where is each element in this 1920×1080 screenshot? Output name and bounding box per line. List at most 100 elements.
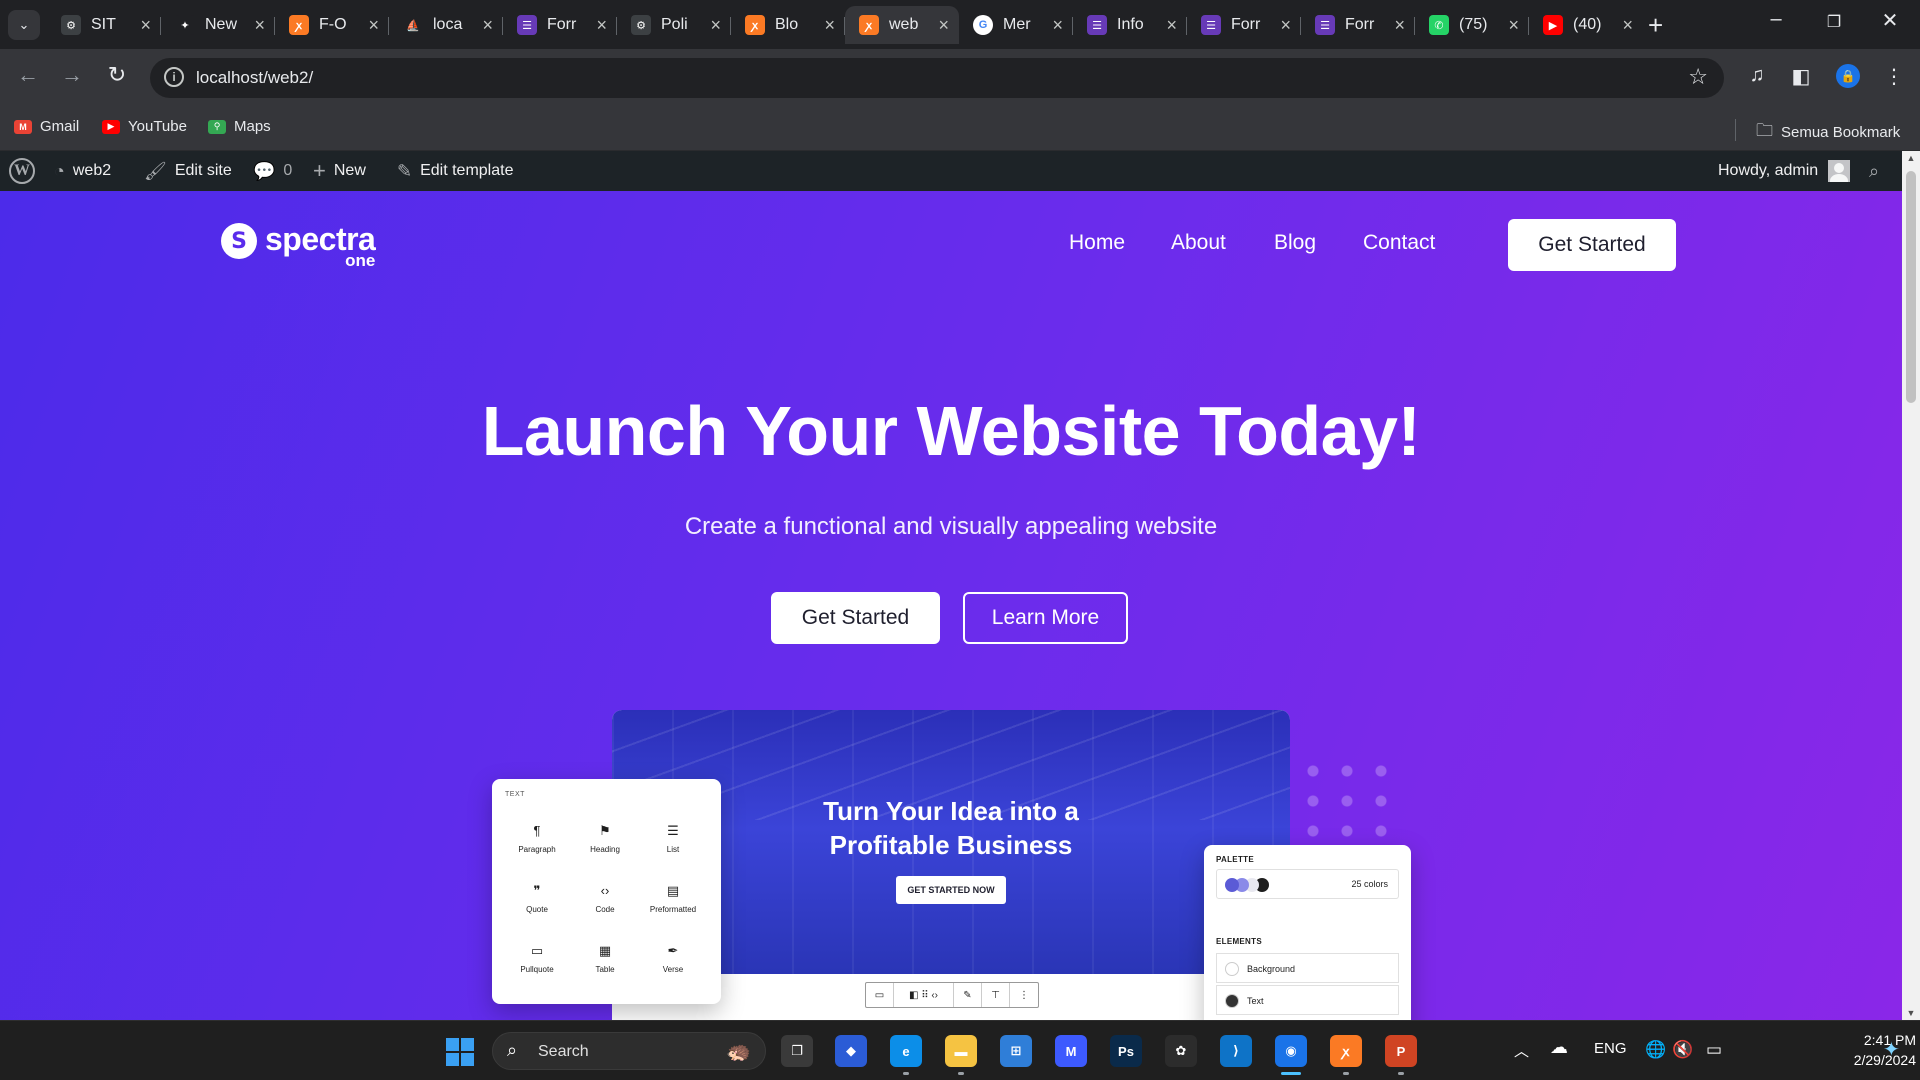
figma-icon[interactable]: ✿: [1165, 1035, 1197, 1067]
nav-about[interactable]: About: [1171, 231, 1226, 255]
task-view-icon[interactable]: ❐: [781, 1035, 813, 1067]
learn-more-button[interactable]: Learn More: [963, 592, 1128, 644]
close-tab-icon[interactable]: ×: [596, 15, 607, 36]
browser-tab[interactable]: ▶ (40) ×: [1529, 6, 1643, 44]
microsoft-store-icon[interactable]: ⊞: [1000, 1035, 1032, 1067]
close-tab-icon[interactable]: ×: [1280, 15, 1291, 36]
edit-site-link[interactable]: 🖌 Edit site: [144, 151, 232, 191]
edit-template-link[interactable]: ✎ Edit template: [397, 151, 513, 191]
new-tab-button[interactable]: +: [1648, 10, 1663, 40]
tab-search-button[interactable]: ⌄: [8, 10, 40, 40]
bookmark-youtube[interactable]: ▶ YouTube: [102, 118, 187, 135]
all-bookmarks-folder[interactable]: 🗀 Semua Bookmark: [1756, 118, 1900, 147]
onedrive-icon[interactable]: ☁: [1550, 1037, 1568, 1058]
forward-arrow-icon[interactable]: →: [57, 62, 87, 88]
page-scrollbar[interactable]: ▲ ▼: [1902, 151, 1920, 1020]
bookmark-maps[interactable]: ⚲ Maps: [208, 118, 271, 135]
close-tab-icon[interactable]: ×: [140, 15, 151, 36]
extension-lock-icon[interactable]: 🔒: [1836, 64, 1860, 88]
photoshop-icon[interactable]: Ps: [1110, 1035, 1142, 1067]
site-logo[interactable]: S spectra one: [221, 223, 376, 269]
volume-muted-icon[interactable]: 🔇: [1672, 1040, 1693, 1060]
nav-contact[interactable]: Contact: [1363, 231, 1435, 255]
nav-blog[interactable]: Blog: [1274, 231, 1316, 255]
mockup-blocks-panel: TEXT ¶ Paragraph ⚑ Heading ☰ List ❞ Quote ‹› Code…: [492, 779, 721, 1004]
close-tab-icon[interactable]: ×: [368, 15, 379, 36]
my-account-menu[interactable]: Howdy, admin: [1718, 151, 1851, 191]
restore-icon[interactable]: ❐: [1806, 12, 1862, 32]
powerpoint-icon[interactable]: P: [1385, 1035, 1417, 1075]
bookmark-gmail[interactable]: M Gmail: [14, 118, 79, 135]
close-tab-icon[interactable]: ×: [938, 15, 949, 36]
battery-icon[interactable]: ▭: [1706, 1040, 1722, 1060]
close-tab-icon[interactable]: ×: [710, 15, 721, 36]
browser-tab[interactable]: ⚙ Poli ×: [617, 6, 731, 44]
close-tab-icon[interactable]: ×: [1508, 15, 1519, 36]
more-menu-icon[interactable]: ⋮: [1880, 64, 1908, 89]
browser-tab[interactable]: ꭗ Blo ×: [731, 6, 845, 44]
browser-tab[interactable]: ꭗ F-O ×: [275, 6, 389, 44]
all-bookmarks-label: Semua Bookmark: [1781, 124, 1901, 141]
browser-tab[interactable]: ☰ Forr ×: [503, 6, 617, 44]
browser-tab[interactable]: ☰ Forr ×: [1301, 6, 1415, 44]
scroll-down-icon[interactable]: ▼: [1902, 1008, 1920, 1018]
system-clock[interactable]: 2:41 PM 2/29/2024: [1826, 1030, 1916, 1070]
bookmark-star-icon[interactable]: ☆: [1688, 64, 1708, 90]
chrome-icon[interactable]: ◉: [1275, 1035, 1307, 1075]
xampp-icon: ꭗ: [859, 15, 879, 35]
copilot-icon[interactable]: ◆: [835, 1035, 867, 1067]
browser-tab[interactable]: ☰ Info ×: [1073, 6, 1187, 44]
browser-tab[interactable]: ✆ (75) ×: [1415, 6, 1529, 44]
whatsapp-icon: ✆: [1429, 15, 1449, 35]
close-tab-icon[interactable]: ×: [1052, 15, 1063, 36]
comments-link[interactable]: 💬 0: [253, 151, 292, 191]
browser-tab[interactable]: ꭗ web ×: [845, 6, 959, 44]
site-name-link[interactable]: ◔ web2: [54, 151, 111, 191]
get-started-button[interactable]: Get Started: [771, 592, 940, 644]
bookmarks-bar: M Gmail ▶ YouTube ⚲ Maps 🗀 Semua Bookmark: [0, 107, 1920, 151]
minimize-icon[interactable]: –: [1748, 8, 1804, 31]
mathpix-icon[interactable]: M: [1055, 1035, 1087, 1067]
close-tab-icon[interactable]: ×: [1622, 15, 1633, 36]
nav-get-started-button[interactable]: Get Started: [1508, 219, 1676, 271]
close-window-icon[interactable]: ✕: [1862, 8, 1918, 33]
language-indicator[interactable]: ENG: [1594, 1040, 1627, 1057]
close-tab-icon[interactable]: ×: [1166, 15, 1177, 36]
site-info-icon[interactable]: i: [164, 67, 184, 87]
wordpress-menu[interactable]: W: [9, 151, 35, 191]
block-item: ⚑ Heading: [571, 823, 639, 854]
browser-tab[interactable]: ☰ Forr ×: [1187, 6, 1301, 44]
windows-taskbar: ⌕ Search 🦔 ❐ ◆ e ▬ ⊞ M Ps ✿ ⟩ ◉ ꭗ P ︿ ☁ ENG 🌐 🔇 ▭ 2…: [0, 1020, 1920, 1080]
file-explorer-icon[interactable]: ▬: [945, 1035, 977, 1075]
edge-icon[interactable]: e: [890, 1035, 922, 1075]
windows-start-icon[interactable]: [446, 1038, 474, 1066]
element-row: Text: [1216, 985, 1399, 1015]
verse-icon: ✒: [667, 943, 679, 958]
back-arrow-icon[interactable]: ←: [13, 62, 43, 88]
side-panel-icon[interactable]: ◧: [1787, 64, 1815, 89]
url-text[interactable]: localhost/web2/: [196, 68, 313, 88]
scroll-thumb[interactable]: [1906, 171, 1916, 403]
nav-home[interactable]: Home: [1069, 231, 1125, 255]
address-bar[interactable]: i localhost/web2/ ☆: [150, 58, 1724, 98]
taskbar-search[interactable]: ⌕ Search 🦔: [492, 1032, 766, 1070]
new-content-link[interactable]: + New: [313, 151, 366, 191]
close-tab-icon[interactable]: ×: [254, 15, 265, 36]
admin-search[interactable]: ⌕: [1869, 151, 1879, 191]
close-tab-icon[interactable]: ×: [824, 15, 835, 36]
close-tab-icon[interactable]: ×: [482, 15, 493, 36]
browser-tab[interactable]: ⚙ SIT ×: [47, 6, 161, 44]
scroll-up-icon[interactable]: ▲: [1902, 153, 1920, 163]
show-hidden-icons-chevron-icon[interactable]: ︿: [1514, 1040, 1529, 1061]
dashboard-icon: ◔: [54, 160, 65, 181]
close-tab-icon[interactable]: ×: [1394, 15, 1405, 36]
reload-icon[interactable]: ↻: [102, 62, 132, 88]
media-control-icon[interactable]: ♫: [1743, 64, 1771, 87]
browser-tab[interactable]: G Mer ×: [959, 6, 1073, 44]
xampp-icon[interactable]: ꭗ: [1330, 1035, 1362, 1075]
browser-tab[interactable]: ⛵ loca ×: [389, 6, 503, 44]
copilot-tray-icon[interactable]: ✦: [1883, 1037, 1900, 1062]
network-icon[interactable]: 🌐: [1645, 1040, 1666, 1060]
browser-tab[interactable]: ✦ New ×: [161, 6, 275, 44]
vscode-icon[interactable]: ⟩: [1220, 1035, 1252, 1067]
